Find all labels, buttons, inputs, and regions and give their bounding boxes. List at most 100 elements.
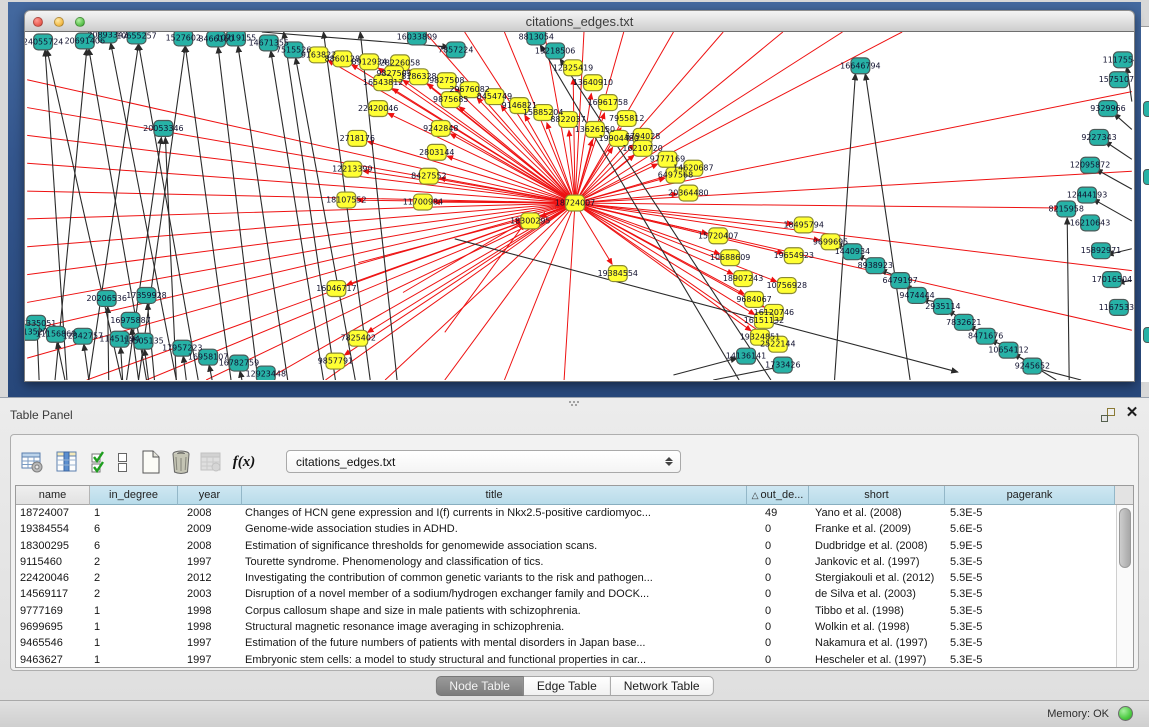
select-all-button[interactable] xyxy=(87,449,115,475)
cell-out-de-[interactable]: 0 xyxy=(747,570,809,586)
tab-node-table[interactable]: Node Table xyxy=(435,676,524,696)
cell-in-degree[interactable]: 1 xyxy=(90,635,178,651)
cell-out-de-[interactable]: 0 xyxy=(747,619,809,635)
cell-pagerank[interactable]: 5.3E-5 xyxy=(945,603,1115,619)
table-row[interactable]: 1456911722003Disruption of a novel membe… xyxy=(16,586,1133,602)
function-builder-button[interactable]: f(x) xyxy=(227,449,261,475)
close-panel-icon[interactable]: ✕ xyxy=(1124,404,1140,422)
panel-resize-grip[interactable] xyxy=(568,400,580,406)
cell-year[interactable]: 1997 xyxy=(178,652,242,668)
cell-name[interactable]: 9463627 xyxy=(16,652,90,668)
cell-in-degree[interactable]: 6 xyxy=(90,521,178,537)
table-row[interactable]: 2242004622012Investigating the contribut… xyxy=(16,570,1133,586)
cell-name[interactable]: 18300295 xyxy=(16,538,90,554)
cell-short[interactable]: Hescheler et al. (1997) xyxy=(809,652,945,668)
cell-out-de-[interactable]: 0 xyxy=(747,538,809,554)
column-header-title[interactable]: title xyxy=(242,486,747,505)
cell-short[interactable]: Yano et al. (2008) xyxy=(809,505,945,521)
cell-name[interactable]: 9465546 xyxy=(16,635,90,651)
cell-name[interactable]: 14569117 xyxy=(16,586,90,602)
cell-pagerank[interactable]: 5.5E-5 xyxy=(945,570,1115,586)
tab-network-table[interactable]: Network Table xyxy=(611,676,714,696)
cell-pagerank[interactable]: 5.9E-5 xyxy=(945,538,1115,554)
column-header-short[interactable]: short xyxy=(809,486,945,505)
table-row[interactable]: 969969511998Structural magnetic resonanc… xyxy=(16,619,1133,635)
cell-year[interactable]: 1998 xyxy=(178,619,242,635)
new-table-button[interactable] xyxy=(137,449,165,475)
cell-title[interactable]: Genome-wide association studies in ADHD. xyxy=(242,521,747,537)
cell-name[interactable]: 9777169 xyxy=(16,603,90,619)
cell-in-degree[interactable]: 1 xyxy=(90,652,178,668)
network-graph-svg[interactable]: 9163822886012889129342822605898275051654… xyxy=(25,32,1134,380)
memory-ok-indicator-icon[interactable] xyxy=(1118,706,1133,721)
cell-title[interactable]: Investigating the contribution of common… xyxy=(242,570,747,586)
cell-short[interactable]: Franke et al. (2009) xyxy=(809,521,945,537)
cell-title[interactable]: Tourette syndrome. Phenomenology and cla… xyxy=(242,554,747,570)
column-header-year[interactable]: year xyxy=(178,486,242,505)
table-row[interactable]: 911546021997Tourette syndrome. Phenomeno… xyxy=(16,554,1133,570)
cell-pagerank[interactable]: 5.3E-5 xyxy=(945,619,1115,635)
cell-title[interactable]: Embryonic stem cells: a model to study s… xyxy=(242,652,747,668)
table-row[interactable]: 977716911998Corpus callosum shape and si… xyxy=(16,603,1133,619)
cell-title[interactable]: Changes of HCN gene expression and I(f) … xyxy=(242,505,747,521)
delete-table-button[interactable] xyxy=(197,449,225,475)
cell-out-de-[interactable]: 0 xyxy=(747,521,809,537)
cell-in-degree[interactable]: 1 xyxy=(90,505,178,521)
table-row[interactable]: 1830029562008Estimation of significance … xyxy=(16,538,1133,554)
cell-short[interactable]: Dudbridge et al. (2008) xyxy=(809,538,945,554)
cell-pagerank[interactable]: 5.3E-5 xyxy=(945,635,1115,651)
table-scrollbar-track[interactable] xyxy=(1116,505,1133,668)
network-window-titlebar[interactable]: citations_edges.txt xyxy=(24,10,1135,32)
cell-pagerank[interactable]: 5.6E-5 xyxy=(945,521,1115,537)
float-panel-icon[interactable] xyxy=(1100,407,1116,423)
cell-out-de-[interactable]: 0 xyxy=(747,635,809,651)
cell-name[interactable]: 22420046 xyxy=(16,570,90,586)
network-canvas[interactable]: 9163822886012889129342822605898275051654… xyxy=(24,32,1135,382)
cell-title[interactable]: Disruption of a novel member of a sodium… xyxy=(242,586,747,602)
cell-pagerank[interactable]: 5.3E-5 xyxy=(945,505,1115,521)
cell-year[interactable]: 1998 xyxy=(178,603,242,619)
table-row[interactable]: 946362711997Embryonic stem cells: a mode… xyxy=(16,652,1133,668)
show-columns-button[interactable] xyxy=(53,449,81,475)
cell-year[interactable]: 2008 xyxy=(178,505,242,521)
tab-edge-table[interactable]: Edge Table xyxy=(524,676,611,696)
cell-out-de-[interactable]: 0 xyxy=(747,603,809,619)
cell-short[interactable]: Stergiakouli et al. (2012) xyxy=(809,570,945,586)
cell-pagerank[interactable]: 5.3E-5 xyxy=(945,554,1115,570)
cell-in-degree[interactable]: 1 xyxy=(90,619,178,635)
cell-title[interactable]: Corpus callosum shape and size in male p… xyxy=(242,603,747,619)
cell-short[interactable]: Jankovic et al. (1997) xyxy=(809,554,945,570)
cell-name[interactable]: 9699695 xyxy=(16,619,90,635)
column-header-pagerank[interactable]: pagerank xyxy=(945,486,1115,505)
table-row[interactable]: 946554611997Estimation of the future num… xyxy=(16,635,1133,651)
cell-short[interactable]: Wolkin et al. (1998) xyxy=(809,619,945,635)
zoom-window-button[interactable] xyxy=(75,17,85,27)
cell-year[interactable]: 2008 xyxy=(178,538,242,554)
cell-short[interactable]: Tibbo et al. (1998) xyxy=(809,603,945,619)
table-row[interactable]: 1872400712008Changes of HCN gene express… xyxy=(16,505,1133,521)
minimize-window-button[interactable] xyxy=(54,17,64,27)
cell-in-degree[interactable]: 2 xyxy=(90,570,178,586)
cell-title[interactable]: Structural magnetic resonance image aver… xyxy=(242,619,747,635)
cell-year[interactable]: 1997 xyxy=(178,554,242,570)
cell-in-degree[interactable]: 2 xyxy=(90,554,178,570)
cell-name[interactable]: 18724007 xyxy=(16,505,90,521)
cell-pagerank[interactable]: 5.3E-5 xyxy=(945,652,1115,668)
cell-year[interactable]: 2003 xyxy=(178,586,242,602)
unselect-all-button[interactable] xyxy=(113,449,133,475)
delete-rows-button[interactable] xyxy=(167,449,195,475)
cell-pagerank[interactable]: 5.3E-5 xyxy=(945,586,1115,602)
column-header-out-de-[interactable]: △out_de... xyxy=(747,486,809,505)
cell-short[interactable]: Nakamura et al. (1997) xyxy=(809,635,945,651)
cell-name[interactable]: 19384554 xyxy=(16,521,90,537)
column-header-in-degree[interactable]: in_degree xyxy=(90,486,178,505)
cell-in-degree[interactable]: 2 xyxy=(90,586,178,602)
cell-out-de-[interactable]: 49 xyxy=(747,505,809,521)
cell-year[interactable]: 2012 xyxy=(178,570,242,586)
cell-in-degree[interactable]: 6 xyxy=(90,538,178,554)
table-select-dropdown[interactable]: citations_edges.txt xyxy=(286,450,681,473)
table-row[interactable]: 1938455462009Genome-wide association stu… xyxy=(16,521,1133,537)
cell-title[interactable]: Estimation of significance thresholds fo… xyxy=(242,538,747,554)
cell-out-de-[interactable]: 0 xyxy=(747,554,809,570)
cell-in-degree[interactable]: 1 xyxy=(90,603,178,619)
